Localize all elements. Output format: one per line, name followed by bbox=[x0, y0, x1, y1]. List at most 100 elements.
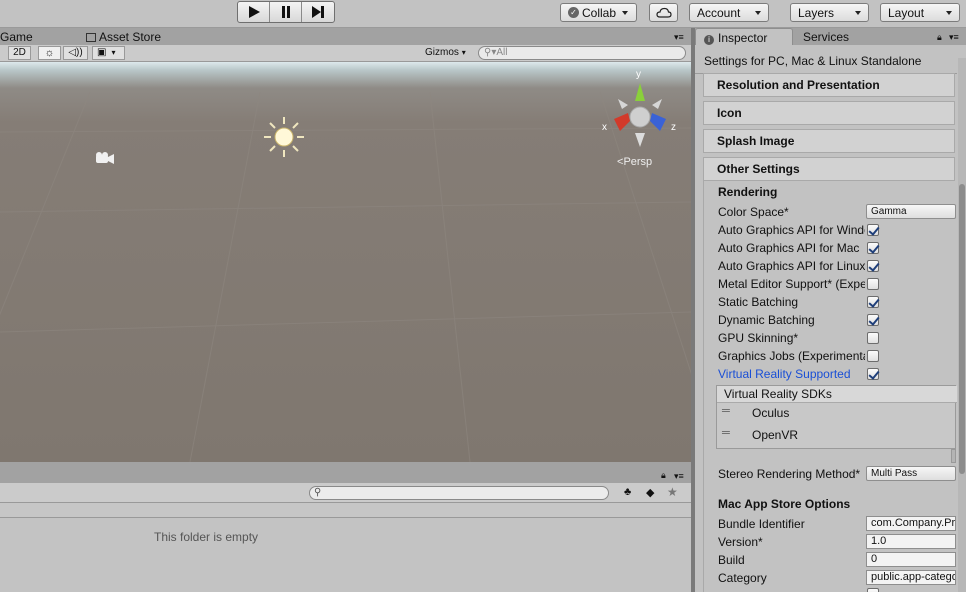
section-border bbox=[703, 181, 704, 592]
tag-icon[interactable]: ◆ bbox=[646, 486, 654, 499]
play-button[interactable] bbox=[238, 2, 270, 22]
stereo-rendering-label: Stereo Rendering Method* bbox=[718, 467, 861, 481]
persp-toggle[interactable]: <Persp bbox=[617, 156, 652, 168]
list-item[interactable]: ═ Oculus bbox=[717, 403, 957, 424]
dynamic-batching-checkbox[interactable] bbox=[867, 314, 879, 326]
color-space-dropdown[interactable]: Gamma bbox=[866, 204, 956, 219]
vr-supported-label: Virtual Reality Supported bbox=[718, 367, 851, 381]
check-circle-icon: ✓ bbox=[568, 7, 579, 18]
stereo-rendering-dropdown[interactable]: Multi Pass bbox=[866, 466, 956, 481]
panel-menu-icon[interactable]: ▾≡ bbox=[949, 32, 959, 43]
auto-graphics-mac-checkbox[interactable] bbox=[867, 242, 879, 254]
dynamic-batching-label: Dynamic Batching bbox=[718, 313, 815, 327]
chevron-down-icon: ▾ bbox=[461, 48, 466, 57]
build-label: Build bbox=[718, 553, 745, 567]
sun-icon: ☼ bbox=[44, 47, 55, 59]
gizmo-z-label: z bbox=[671, 122, 676, 133]
search-icon: ⚲ bbox=[314, 487, 322, 498]
layers-dropdown[interactable]: Layers bbox=[790, 3, 869, 22]
section-icon[interactable]: Icon bbox=[703, 101, 955, 125]
list-item[interactable]: ═ OpenVR bbox=[717, 424, 957, 445]
panel-menu-icon[interactable]: ▾≡ bbox=[674, 32, 684, 43]
project-breadcrumb-bar bbox=[0, 503, 691, 518]
drag-handle-icon[interactable]: ═ bbox=[722, 405, 730, 417]
empty-folder-message: This folder is empty bbox=[154, 530, 259, 544]
scene-control-bar: 2D ☼ ◁)) ▣ ▾ Gizmos ▾ ⚲▾All bbox=[0, 45, 692, 62]
gpu-skinning-checkbox[interactable] bbox=[867, 332, 879, 344]
star-icon[interactable]: ★ bbox=[667, 485, 678, 499]
step-icon bbox=[312, 6, 324, 18]
chevron-down-icon bbox=[855, 10, 861, 15]
search-icon: ⚲▾ bbox=[484, 47, 497, 58]
section-other-settings[interactable]: Other Settings bbox=[703, 157, 955, 181]
drag-handle-icon[interactable]: ═ bbox=[722, 427, 730, 439]
scene-search-input[interactable]: ⚲▾All bbox=[478, 46, 686, 60]
scene-grid: y x z bbox=[0, 69, 691, 462]
orientation-gizmo[interactable] bbox=[614, 83, 666, 147]
auto-graphics-windows-checkbox[interactable] bbox=[867, 224, 879, 236]
gizmos-label: Gizmos bbox=[425, 47, 459, 58]
pause-icon bbox=[281, 6, 290, 18]
chevron-down-icon: ▾ bbox=[111, 48, 116, 57]
category-field[interactable]: public.app-category.games bbox=[866, 570, 956, 585]
persp-label: Persp bbox=[623, 156, 653, 168]
graphics-jobs-label: Graphics Jobs (Experimental) bbox=[718, 349, 865, 363]
inspector-panel: Settings for PC, Mac & Linux Standalone … bbox=[695, 45, 966, 592]
list-add-remove-footer[interactable] bbox=[951, 449, 956, 463]
tab-game[interactable]: Game bbox=[0, 30, 33, 44]
section-resolution[interactable]: Resolution and Presentation bbox=[703, 73, 955, 97]
inspector-scroll-thumb[interactable] bbox=[959, 184, 965, 474]
auto-graphics-linux-checkbox[interactable] bbox=[867, 260, 879, 272]
layout-label: Layout bbox=[888, 5, 925, 20]
lighting-toggle[interactable]: ☼ bbox=[38, 46, 61, 60]
project-search-input[interactable]: ⚲ bbox=[309, 486, 609, 500]
tab-asset-store[interactable]: Asset Store bbox=[86, 30, 161, 44]
camera-icon[interactable] bbox=[96, 152, 114, 164]
metal-editor-checkbox[interactable] bbox=[867, 278, 879, 290]
auto-graphics-linux-label: Auto Graphics API for Linux bbox=[718, 259, 865, 273]
tab-inspector-label: Inspector bbox=[718, 31, 768, 45]
gizmos-dropdown[interactable]: Gizmos ▾ bbox=[425, 47, 466, 58]
tab-services[interactable]: Services bbox=[803, 30, 849, 44]
tab-asset-store-label: Asset Store bbox=[99, 30, 162, 44]
static-batching-label: Static Batching bbox=[718, 295, 799, 309]
vr-sdk-list-title: Virtual Reality SDKs bbox=[717, 386, 957, 403]
static-batching-checkbox[interactable] bbox=[867, 296, 879, 308]
tab-inspector[interactable]: i Inspector bbox=[695, 28, 793, 45]
filter-type-icon[interactable]: ♣ bbox=[624, 486, 631, 498]
version-field[interactable]: 1.0 bbox=[866, 534, 956, 549]
cloud-icon bbox=[655, 7, 672, 18]
partial-checkbox[interactable] bbox=[867, 588, 879, 592]
section-splash[interactable]: Splash Image bbox=[703, 129, 955, 153]
image-icon: ▣ bbox=[97, 47, 107, 58]
mac-app-store-heading: Mac App Store Options bbox=[718, 497, 851, 511]
scene-viewport[interactable]: y x z <Persp bbox=[0, 62, 691, 462]
lock-icon[interactable]: 🔒︎ bbox=[937, 32, 942, 43]
panel-menu-icon[interactable]: ▾≡ bbox=[674, 471, 684, 482]
vr-supported-checkbox[interactable] bbox=[867, 368, 879, 380]
scene-tab-strip: Game Asset Store ▾≡ bbox=[0, 28, 692, 45]
layout-dropdown[interactable]: Layout bbox=[880, 3, 960, 22]
build-field[interactable]: 0 bbox=[866, 552, 956, 567]
account-dropdown[interactable]: Account bbox=[689, 3, 769, 22]
lock-icon[interactable]: 🔒︎ bbox=[661, 470, 666, 481]
step-button[interactable] bbox=[302, 2, 334, 22]
mode-2d-toggle[interactable]: 2D bbox=[8, 46, 31, 60]
layers-label: Layers bbox=[798, 5, 835, 20]
cloud-button[interactable] bbox=[649, 3, 678, 22]
playback-controls bbox=[237, 1, 335, 23]
effects-dropdown[interactable]: ▣ ▾ bbox=[92, 46, 125, 60]
chevron-down-icon bbox=[622, 10, 629, 15]
pause-button[interactable] bbox=[270, 2, 302, 22]
version-label: Version* bbox=[718, 535, 763, 549]
graphics-jobs-checkbox[interactable] bbox=[867, 350, 879, 362]
play-icon bbox=[248, 6, 260, 18]
scene-search-placeholder: All bbox=[496, 47, 508, 58]
bundle-id-field[interactable]: com.Company.ProductName bbox=[866, 516, 956, 531]
audio-toggle[interactable]: ◁)) bbox=[63, 46, 88, 60]
collab-button[interactable]: ✓ Collab bbox=[560, 3, 637, 22]
gpu-skinning-label: GPU Skinning* bbox=[718, 331, 799, 345]
gizmo-x-label: x bbox=[602, 122, 607, 133]
sun-icon[interactable] bbox=[264, 117, 304, 157]
vr-sdk-list: Virtual Reality SDKs ═ Oculus ═ OpenVR bbox=[716, 385, 957, 449]
